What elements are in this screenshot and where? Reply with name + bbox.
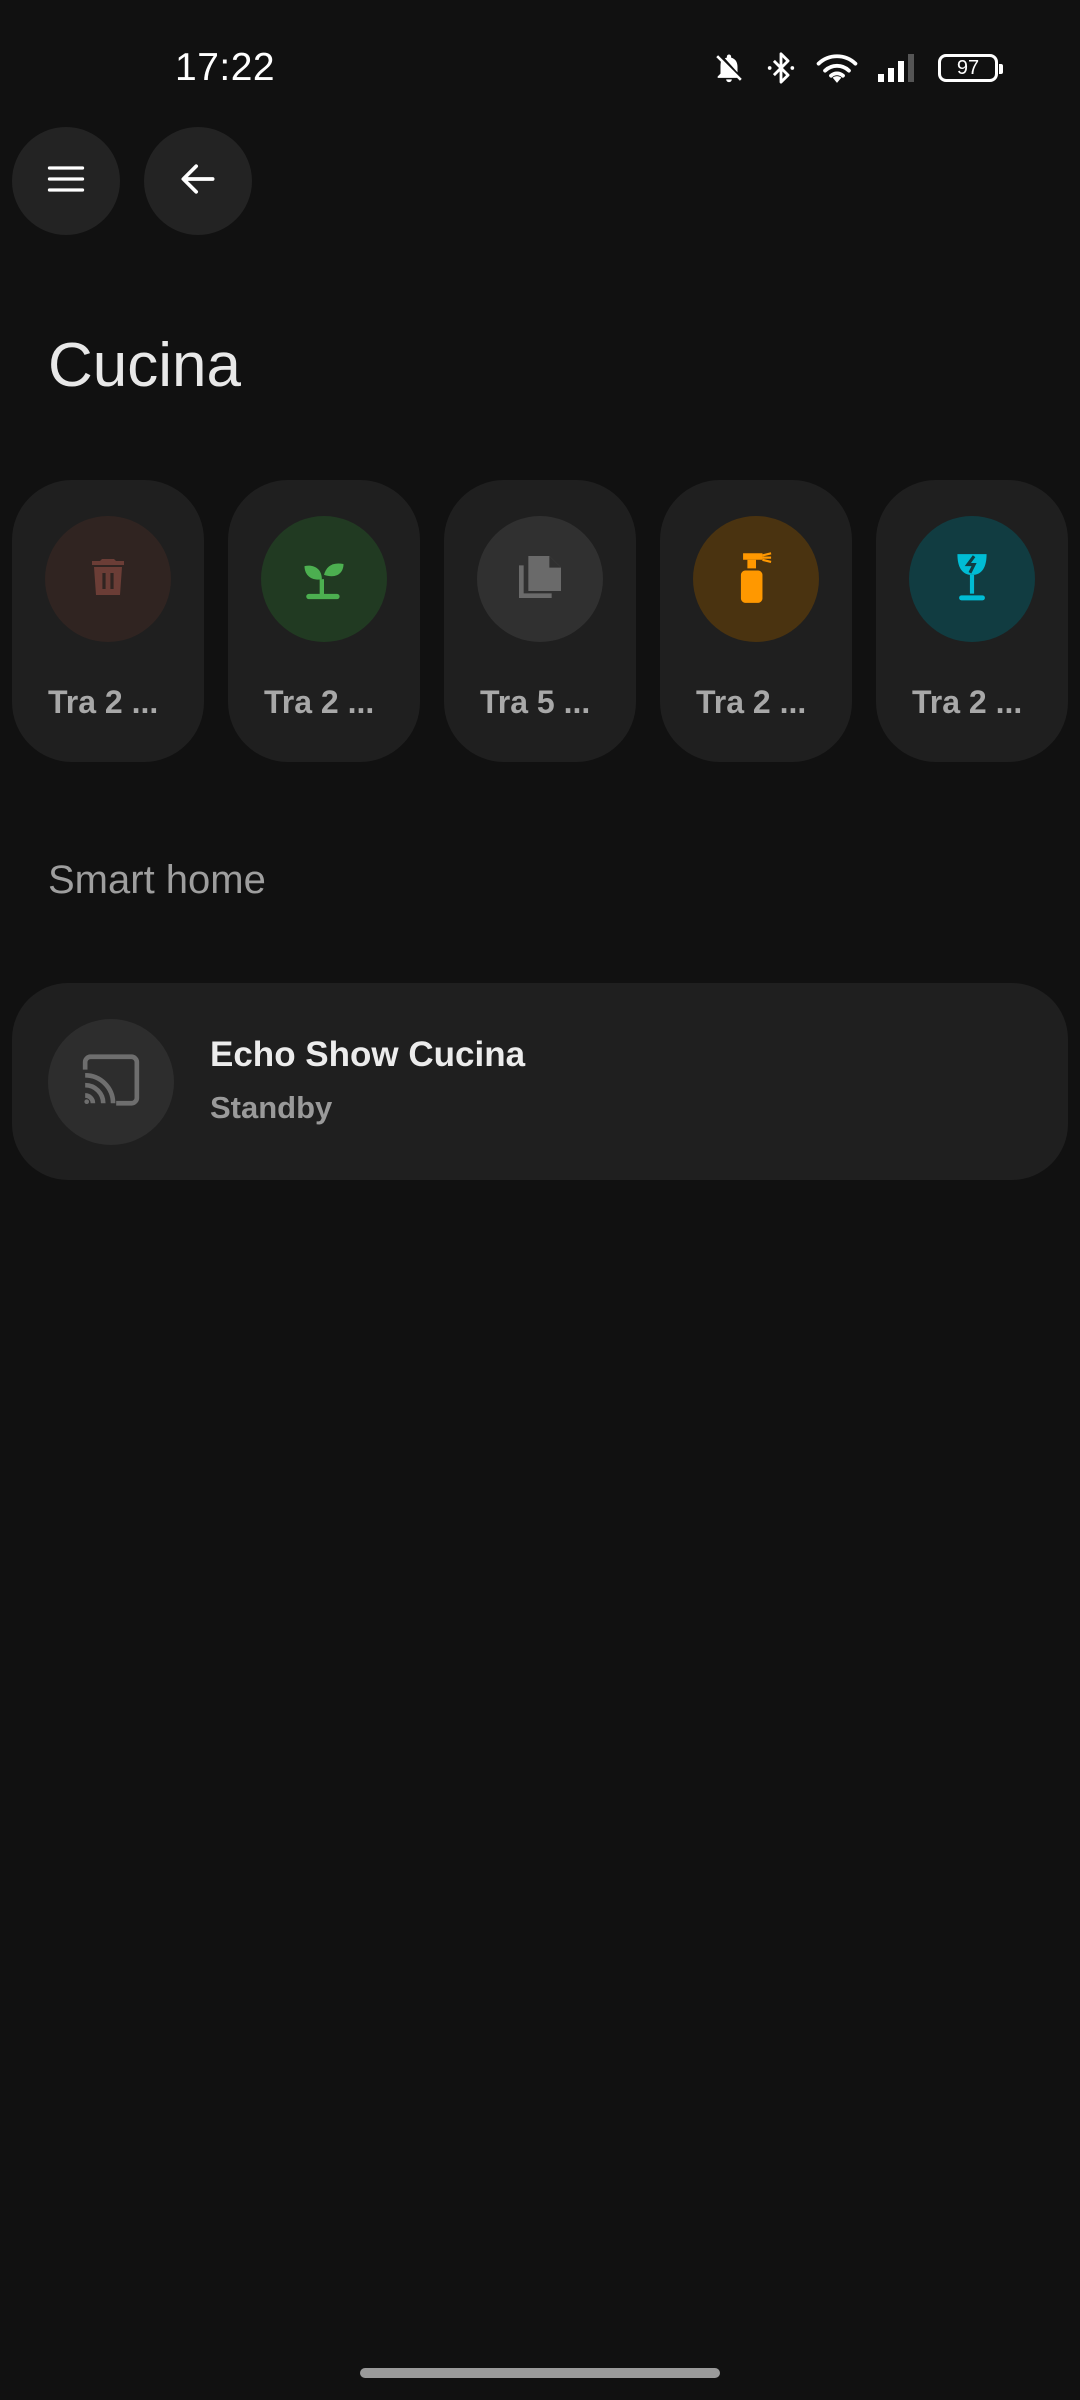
glass-broken-icon	[947, 549, 997, 610]
chip-label: Tra 2 ...	[696, 684, 807, 720]
chip-plastic[interactable]: Tra 2 ...	[660, 480, 852, 762]
wifi-icon	[816, 50, 858, 86]
section-title-smart-home: Smart home	[48, 858, 266, 902]
bell-off-icon	[712, 50, 746, 86]
chip-label: Tra 2 ...	[264, 684, 375, 720]
menu-icon	[44, 157, 88, 206]
battery-level: 97	[956, 56, 980, 79]
cell-signal-icon	[876, 52, 920, 84]
waste-chips-row: Tra 2 ... Tra 2 ... Tra 5 ... Tra 2 ... …	[12, 480, 1068, 762]
status-bar: 17:22 97	[0, 0, 1080, 136]
bluetooth-icon	[764, 50, 798, 86]
chip-paper[interactable]: Tra 5 ...	[444, 480, 636, 762]
chip-icon-circle	[693, 516, 819, 642]
chip-icon-circle	[261, 516, 387, 642]
battery-icon: 97	[938, 54, 1003, 82]
device-icon-circle	[48, 1019, 174, 1145]
chip-trash[interactable]: Tra 2 ...	[12, 480, 204, 762]
chip-icon-circle	[477, 516, 603, 642]
spray-bottle-icon	[730, 549, 782, 610]
chip-label: Tra 2 ...	[912, 684, 1023, 720]
back-button[interactable]	[144, 127, 252, 235]
chip-icon-circle	[909, 516, 1035, 642]
menu-button[interactable]	[12, 127, 120, 235]
chip-icon-circle	[45, 516, 171, 642]
chip-organic[interactable]: Tra 2 ...	[228, 480, 420, 762]
status-icons: 97	[712, 48, 1003, 88]
sprout-icon	[298, 551, 350, 608]
cast-icon	[80, 1049, 142, 1116]
device-status: Standby	[210, 1090, 333, 1125]
chip-label: Tra 2 ...	[48, 684, 159, 720]
trash-icon	[84, 553, 132, 606]
chip-glass[interactable]: Tra 2 ...	[876, 480, 1068, 762]
device-card-echo-show[interactable]: Echo Show Cucina Standby	[12, 983, 1068, 1180]
arrow-left-icon	[176, 157, 220, 206]
status-time: 17:22	[175, 46, 276, 89]
device-name: Echo Show Cucina	[210, 1035, 526, 1074]
page-title: Cucina	[48, 331, 241, 400]
documents-icon	[512, 549, 568, 610]
chip-label: Tra 5 ...	[480, 684, 591, 720]
home-indicator[interactable]	[360, 2368, 720, 2378]
